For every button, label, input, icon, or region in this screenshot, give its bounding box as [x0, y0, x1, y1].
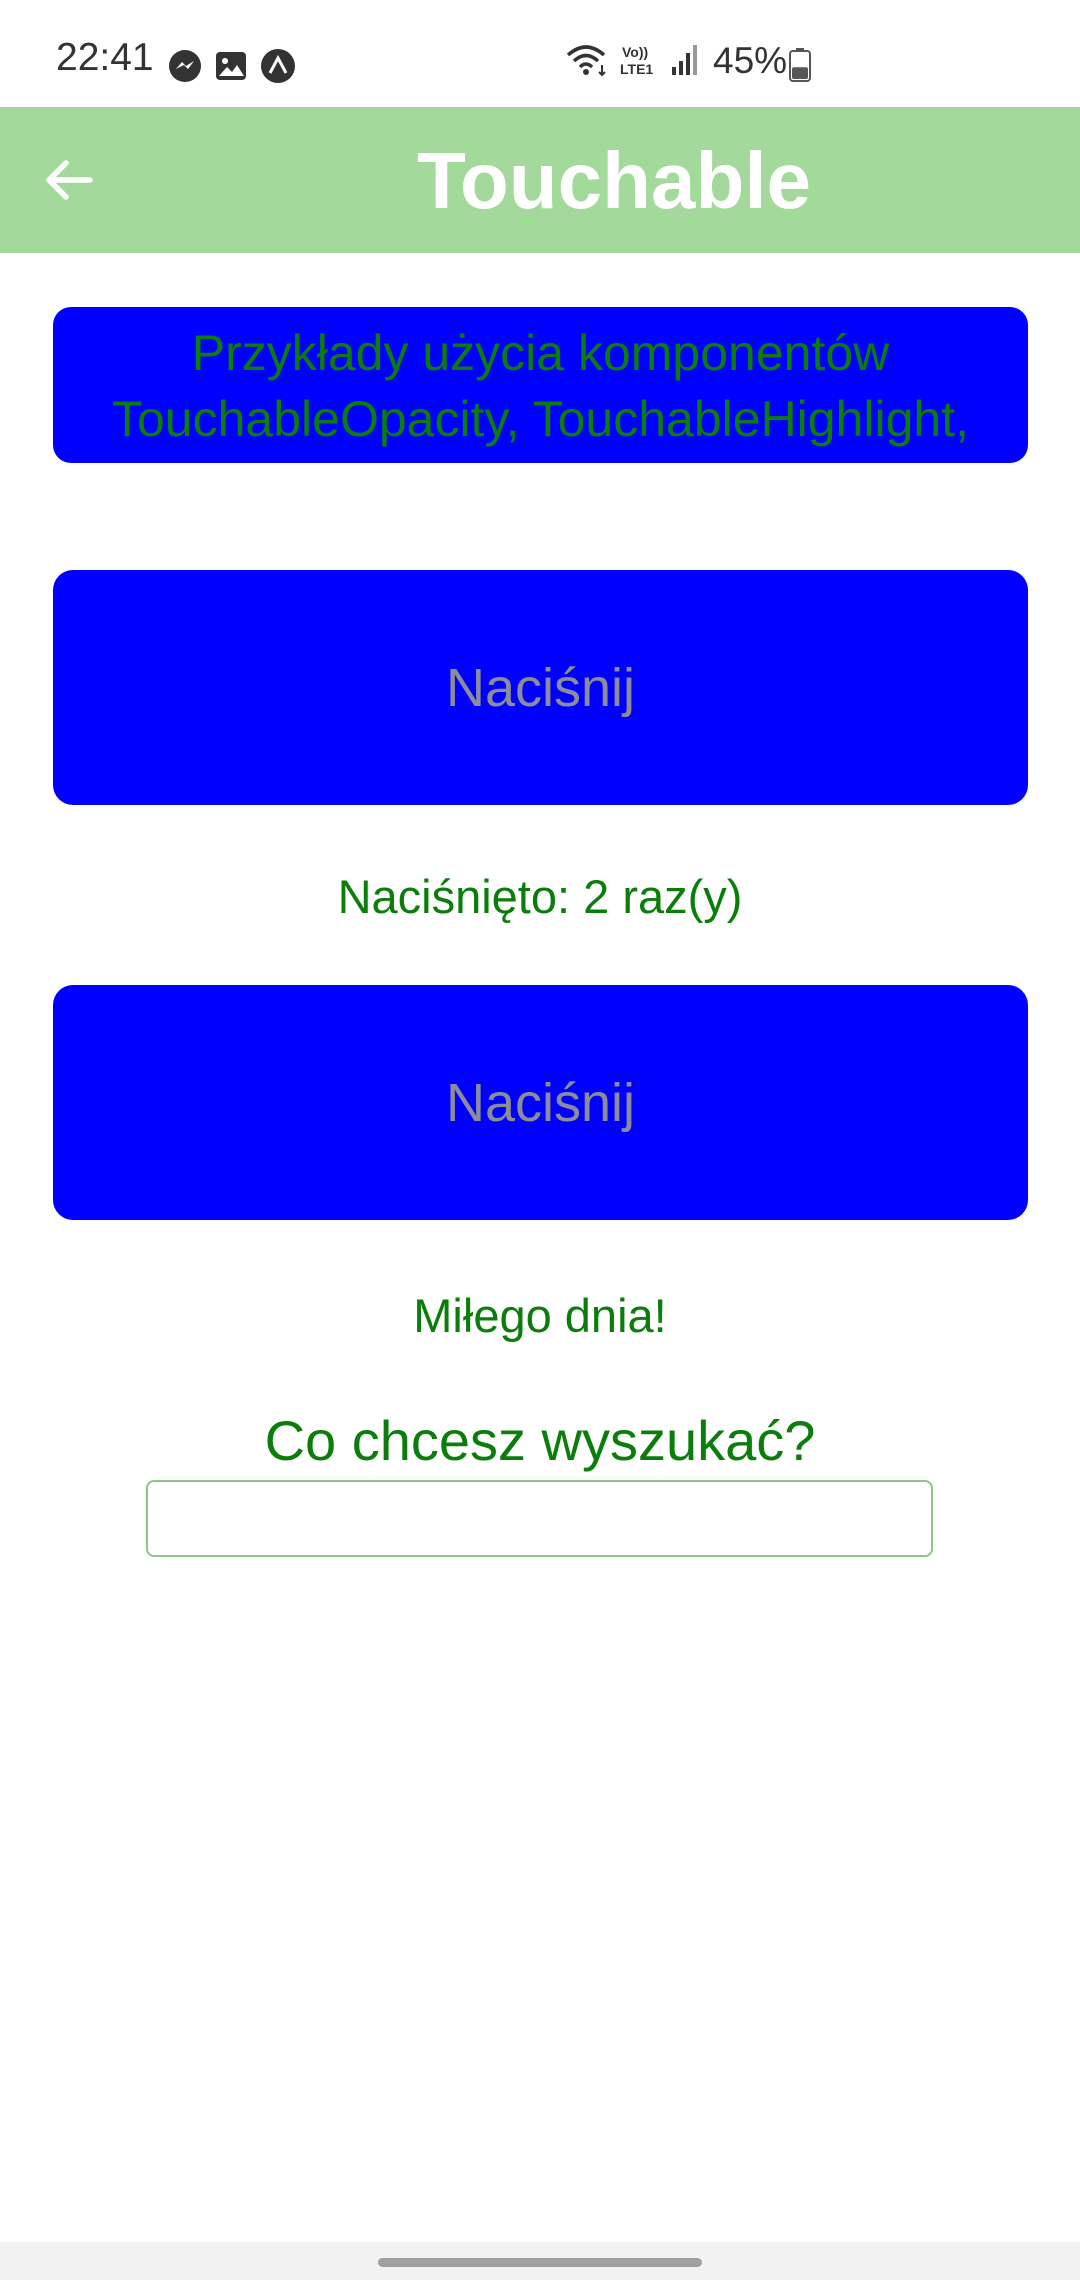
notification-icons	[168, 48, 296, 89]
expo-icon	[260, 48, 296, 89]
volte-icon: Vo)) LTE1	[620, 42, 660, 83]
press-counter-text: Naciśnięto: 2 raz(y)	[337, 870, 743, 923]
svg-text:Vo)): Vo))	[622, 44, 648, 60]
press-button-highlight[interactable]: Naciśnij	[53, 985, 1028, 1220]
app-header: Touchable	[0, 107, 1080, 253]
press-button-opacity[interactable]: Naciśnij	[53, 570, 1028, 805]
battery-icon	[789, 48, 811, 82]
status-bar: 22:41 Vo)) LTE1 45%	[0, 0, 1080, 107]
gallery-icon	[214, 49, 248, 88]
battery-percent: 45%	[713, 40, 788, 81]
intro-box: Przykłady użycia komponentów TouchableOp…	[53, 307, 1028, 463]
messenger-icon	[168, 49, 202, 88]
wifi-icon	[566, 43, 610, 82]
greeting-text: Miłego dnia!	[413, 1289, 667, 1342]
navigation-bar	[0, 2242, 1080, 2280]
intro-text: Przykłady użycia komponentów TouchableOp…	[111, 325, 970, 463]
page-title: Touchable	[416, 136, 812, 225]
search-label: Co chcesz wyszukać?	[264, 1409, 816, 1472]
press-button-label: Naciśnij	[445, 1072, 636, 1133]
home-indicator[interactable]	[378, 2258, 702, 2267]
status-time: 22:41	[56, 36, 154, 79]
svg-text:LTE1: LTE1	[620, 61, 653, 77]
system-icons: Vo)) LTE1	[566, 42, 700, 83]
press-button-label: Naciśnij	[445, 657, 636, 718]
signal-icon	[670, 43, 700, 82]
search-input[interactable]	[146, 1480, 933, 1557]
